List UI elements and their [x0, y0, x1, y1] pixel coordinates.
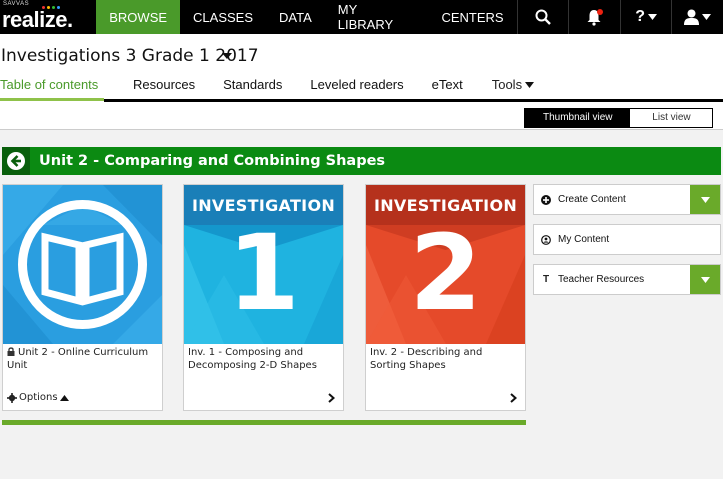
create-content-button[interactable]: Create Content	[533, 184, 721, 215]
caret-down-icon	[702, 14, 712, 20]
chevron-right-icon[interactable]	[510, 393, 517, 403]
teacher-resources-button[interactable]: T Teacher Resources	[533, 264, 721, 295]
logo-word: realize.	[2, 7, 73, 32]
search-icon	[535, 9, 551, 25]
text-t-icon: T	[542, 274, 550, 285]
my-content-button[interactable]: My Content	[533, 224, 721, 255]
person-circle-icon	[534, 234, 558, 245]
create-content-dropdown[interactable]	[690, 185, 720, 214]
options-label: Options	[19, 392, 58, 403]
gear-icon	[7, 392, 17, 403]
back-button[interactable]	[2, 147, 30, 175]
nav-classes[interactable]: CLASSES	[180, 0, 266, 34]
help-icon: ?	[635, 8, 645, 25]
card-unit-curriculum[interactable]: Unit 2 - Online Curriculum Unit Options	[2, 184, 163, 411]
search-button[interactable]	[516, 0, 569, 34]
caret-down-icon	[647, 14, 657, 20]
card-options-button[interactable]: Options	[7, 392, 69, 403]
top-nav: SAVVAS realize. BROWSE CLASSES DATA MY L…	[0, 0, 723, 34]
card-title[interactable]: Inv. 2 - Describing and Sorting Shapes	[370, 347, 520, 372]
tab-resources[interactable]: Resources	[133, 74, 195, 102]
caret-down-icon	[700, 276, 710, 283]
card-title[interactable]: Inv. 1 - Composing and Decomposing 2-D S…	[188, 347, 338, 372]
tab-etext[interactable]: eText	[432, 74, 463, 102]
tab-standards[interactable]: Standards	[223, 74, 282, 102]
nav-my-library[interactable]: MY LIBRARY	[325, 0, 429, 34]
program-title[interactable]: Investigations 3 Grade 1 2017	[1, 46, 259, 66]
card-title[interactable]: Unit 2 - Online Curriculum Unit	[7, 347, 157, 372]
card-thumbnail[interactable]: INVESTIGATION 1	[184, 185, 343, 344]
view-toggle-bar: Thumbnail view List view	[0, 104, 723, 130]
logo-dots	[42, 6, 60, 9]
view-toggle: Thumbnail view List view	[524, 108, 714, 128]
caret-up-icon	[59, 394, 69, 401]
unit-title: Unit 2 - Comparing and Combining Shapes	[39, 153, 386, 169]
arrow-left-circle-icon	[7, 152, 25, 170]
tab-table-of-contents[interactable]: Table of contents	[0, 74, 104, 102]
plus-circle-icon	[534, 194, 558, 205]
user-menu-button[interactable]	[671, 0, 723, 34]
help-menu-button[interactable]: ?	[619, 0, 672, 34]
unit-header: Unit 2 - Comparing and Combining Shapes	[2, 147, 721, 175]
notifications-button[interactable]	[568, 0, 620, 34]
card-title-text: Unit 2 - Online Curriculum Unit	[7, 347, 149, 371]
tab-tools[interactable]: Tools	[492, 74, 535, 102]
teacher-resources-dropdown[interactable]	[690, 265, 720, 294]
card-thumbnail[interactable]	[3, 185, 162, 344]
card-investigation-1[interactable]: INVESTIGATION 1 Inv. 1 - Composing and D…	[183, 184, 344, 411]
program-header: Investigations 3 Grade 1 2017 Table of c…	[0, 34, 723, 104]
card-investigation-2[interactable]: INVESTIGATION 2 Inv. 2 - Describing and …	[365, 184, 526, 411]
lock-icon	[7, 347, 15, 356]
realize-logo[interactable]: SAVVAS realize.	[0, 0, 96, 34]
investigation-number: 2	[409, 212, 482, 334]
investigation-number: 1	[227, 212, 300, 334]
nav-browse[interactable]: BROWSE	[96, 0, 181, 34]
nav-centers[interactable]: CENTERS	[428, 0, 516, 34]
program-tabs: Table of contents Resources Standards Le…	[0, 74, 535, 102]
program-caret-down-icon[interactable]	[222, 53, 232, 59]
my-content-label: My Content	[558, 234, 610, 245]
tabs-divider	[104, 99, 723, 102]
create-content-label: Create Content	[558, 194, 626, 205]
chevron-right-icon[interactable]	[328, 393, 335, 403]
list-view-button[interactable]: List view	[630, 109, 713, 127]
content-divider	[2, 420, 526, 425]
teacher-resources-label: Teacher Resources	[558, 274, 645, 285]
nav-data[interactable]: DATA	[266, 0, 325, 34]
open-book-icon	[3, 185, 162, 344]
caret-down-icon	[700, 196, 710, 203]
user-icon	[684, 9, 700, 25]
caret-down-icon	[525, 82, 535, 88]
thumbnail-view-button[interactable]: Thumbnail view	[525, 109, 631, 127]
tab-leveled-readers[interactable]: Leveled readers	[310, 74, 403, 102]
card-thumbnail[interactable]: INVESTIGATION 2	[366, 185, 525, 344]
